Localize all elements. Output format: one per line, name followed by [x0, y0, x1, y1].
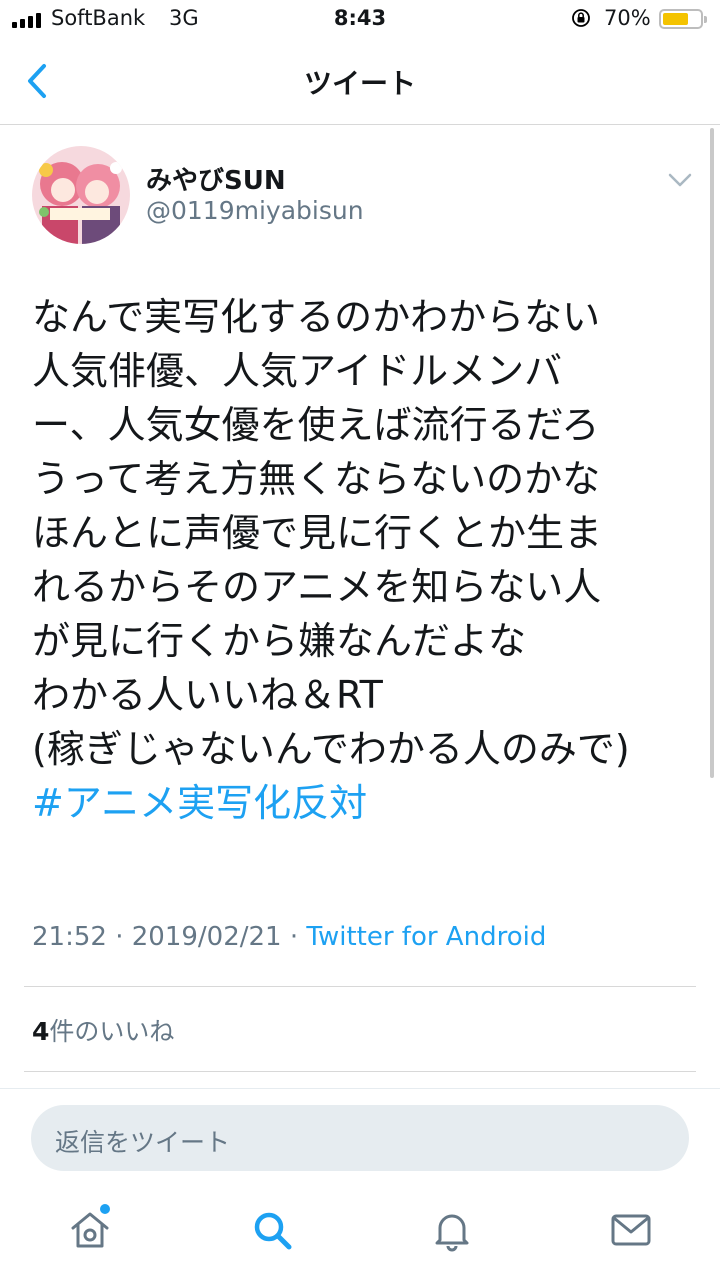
tweet-line: が見に行くから嫌なんだよな [32, 619, 527, 663]
tweet-line: ー、人気女優を使えば流行るだろ [32, 403, 600, 447]
reply-divider [0, 1088, 720, 1089]
scrollbar[interactable] [710, 128, 714, 778]
likes-number: 4 [32, 1017, 50, 1046]
notification-dot [100, 1204, 110, 1214]
meta-separator: · [115, 922, 124, 952]
notifications-icon[interactable] [430, 1208, 474, 1252]
nav-header: ツイート [0, 40, 720, 125]
hashtag-link[interactable]: #アニメ実写化反対 [32, 776, 692, 830]
author-handle[interactable]: @0119miyabisun [146, 196, 364, 225]
reply-placeholder: 返信をツイート [55, 1128, 231, 1157]
tweet-source-link[interactable]: Twitter for Android [306, 922, 546, 952]
page-title: ツイート [303, 67, 416, 100]
likes-count[interactable]: 4件のいいね [32, 1012, 174, 1048]
tweet-meta: 21:52 · 2019/02/21 · Twitter for Android [32, 922, 546, 952]
reply-input[interactable]: 返信をツイート [31, 1105, 689, 1171]
messages-icon[interactable] [609, 1208, 653, 1252]
divider [24, 1071, 696, 1072]
tweet-line: なんで実写化するのかわからない [32, 295, 601, 339]
status-bar: SoftBank 3G 8:43 70% [0, 0, 720, 40]
tweet-line: れるからそのアニメを知らない人 [32, 565, 602, 609]
battery-percent: 70% [604, 6, 651, 30]
author-name[interactable]: みやびSUN [146, 160, 286, 197]
likes-label: 件のいいね [49, 1017, 175, 1046]
tweet-line: わかる人いいね＆RT [32, 673, 383, 717]
chevron-down-icon[interactable] [665, 168, 695, 192]
tweet-line: (稼ぎじゃないんでわかる人のみで) [32, 727, 630, 771]
home-icon[interactable] [68, 1208, 112, 1252]
orientation-lock-icon [572, 9, 590, 27]
search-icon[interactable] [250, 1208, 294, 1252]
tweet-line: うって考え方無くならないのかな [32, 457, 601, 501]
divider [24, 986, 696, 987]
tweet-line: 人気俳優、人気アイドルメンバ [32, 349, 563, 393]
battery-level [663, 13, 689, 25]
tweet-time: 21:52 [32, 922, 107, 952]
battery-icon [659, 9, 707, 29]
tweet-date: 2019/02/21 [131, 922, 282, 952]
tweet-text: なんで実写化するのかわからない 人気俳優、人気アイドルメンバ ー、人気女優を使え… [32, 290, 692, 830]
avatar[interactable] [32, 146, 130, 244]
meta-separator: · [289, 922, 299, 952]
tweet-line: ほんとに声優で見に行くとか生ま [32, 511, 603, 555]
